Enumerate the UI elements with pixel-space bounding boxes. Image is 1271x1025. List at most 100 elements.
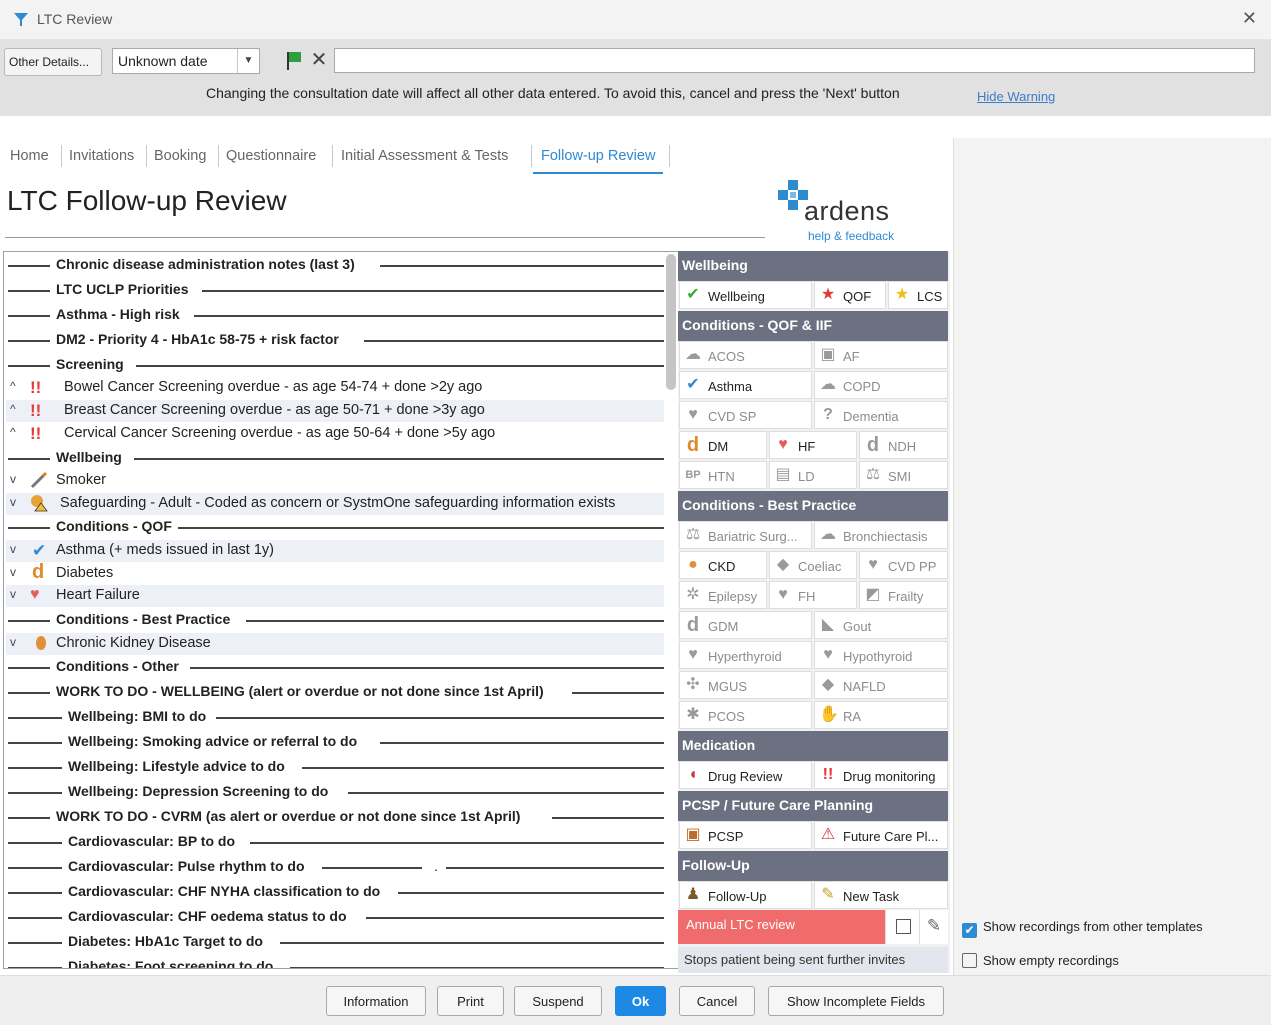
- tree-heading-row[interactable]: Conditions - QOF: [6, 516, 664, 538]
- close-icon[interactable]: ✕: [1242, 8, 1257, 29]
- cvd-sp-button[interactable]: ♥ CVD SP: [679, 401, 812, 429]
- hide-warning-link[interactable]: Hide Warning: [977, 89, 1055, 104]
- coeliac-button[interactable]: ◆ Coeliac: [769, 551, 857, 579]
- cancel-button[interactable]: Cancel: [679, 986, 755, 1016]
- suspend-button[interactable]: Suspend: [514, 986, 602, 1016]
- chevron-down-icon[interactable]: v: [10, 587, 16, 601]
- chevron-down-icon[interactable]: ▼: [237, 49, 259, 73]
- tab-home[interactable]: Home: [10, 138, 49, 174]
- dm-button[interactable]: d DM: [679, 431, 767, 459]
- lcs-button[interactable]: ★ LCS: [888, 281, 948, 309]
- print-button[interactable]: Print: [437, 986, 504, 1016]
- consultation-text-input[interactable]: [334, 48, 1255, 73]
- show-incomplete-fields-button[interactable]: Show Incomplete Fields: [768, 986, 944, 1016]
- qof-button[interactable]: ★ QOF: [814, 281, 886, 309]
- ndh-button[interactable]: d NDH: [859, 431, 948, 459]
- tab-initial-assessment[interactable]: Initial Assessment & Tests: [341, 138, 508, 174]
- tree-heading-row[interactable]: Wellbeing: [6, 447, 664, 469]
- follow-up-button[interactable]: ♟ Follow-Up: [679, 881, 812, 909]
- chevron-up-icon[interactable]: ^: [10, 425, 16, 439]
- tree-item-row[interactable]: v d Diabetes: [6, 561, 664, 585]
- tree-heading-row[interactable]: Wellbeing: Depression Screening to do: [6, 781, 664, 803]
- tree-heading-row[interactable]: Screening: [6, 354, 664, 376]
- other-details-button[interactable]: Other Details...: [4, 48, 102, 76]
- show-empty-recordings-option[interactable]: Show empty recordings: [962, 953, 1119, 968]
- ld-button[interactable]: ▤ LD: [769, 461, 857, 489]
- tree-heading-row[interactable]: LTC UCLP Priorities: [6, 279, 664, 301]
- ok-button[interactable]: Ok: [615, 986, 666, 1016]
- pencil-icon[interactable]: ✎: [919, 910, 948, 944]
- tree-heading-row[interactable]: Cardiovascular: Pulse rhythm to do .: [6, 856, 664, 878]
- wellbeing-button[interactable]: ✔ Wellbeing: [679, 281, 812, 309]
- tree-item-row[interactable]: v ♥ Heart Failure: [6, 585, 664, 607]
- future-care-button[interactable]: ⚠ Future Care Pl...: [814, 821, 948, 849]
- information-button[interactable]: Information: [326, 986, 426, 1016]
- recordings-tree[interactable]: Chronic disease administration notes (la…: [3, 251, 679, 969]
- chevron-down-icon[interactable]: v: [10, 542, 16, 556]
- tree-heading-row[interactable]: Cardiovascular: BP to do: [6, 831, 664, 853]
- consultation-date-select[interactable]: Unknown date ▼: [112, 48, 260, 74]
- drug-review-button[interactable]: ◖ Drug Review: [679, 761, 812, 789]
- chevron-down-icon[interactable]: v: [10, 565, 16, 579]
- tab-invitations[interactable]: Invitations: [69, 138, 134, 174]
- tree-item-row[interactable]: ^ !! Cervical Cancer Screening overdue -…: [6, 423, 664, 445]
- af-button[interactable]: ▣ AF: [814, 341, 948, 369]
- acos-button[interactable]: ☁ ACOS: [679, 341, 812, 369]
- tree-heading-row[interactable]: Diabetes: Foot screening to do: [6, 956, 664, 968]
- clear-icon[interactable]: ✕: [308, 49, 330, 73]
- tree-item-row[interactable]: v ✔ Asthma (+ meds issued in last 1y): [6, 540, 664, 562]
- tree-item-row[interactable]: ^ !! Breast Cancer Screening overdue - a…: [6, 400, 664, 422]
- tree-heading-row[interactable]: Conditions - Best Practice: [6, 609, 664, 631]
- tree-item-row[interactable]: v Chronic Kidney Disease: [6, 633, 664, 655]
- new-task-button[interactable]: ✎ New Task: [814, 881, 948, 909]
- hypothyroid-button[interactable]: ♥ Hypothyroid: [814, 641, 948, 669]
- tree-item-row[interactable]: ^ !! Bowel Cancer Screening overdue - as…: [6, 377, 664, 399]
- ra-button[interactable]: ✋ RA: [814, 701, 948, 729]
- tree-heading-row[interactable]: Wellbeing: Lifestyle advice to do: [6, 756, 664, 778]
- bronchiectasis-button[interactable]: ☁ Bronchiectasis: [814, 521, 948, 549]
- smi-button[interactable]: ⚖ SMI: [859, 461, 948, 489]
- show-other-templates-option[interactable]: ✔ Show recordings from other templates: [962, 919, 1203, 938]
- green-flag-icon[interactable]: [283, 49, 305, 73]
- chevron-down-icon[interactable]: v: [10, 635, 16, 649]
- pcos-button[interactable]: ✱ PCOS: [679, 701, 812, 729]
- tree-heading-row[interactable]: Cardiovascular: CHF oedema status to do: [6, 906, 664, 928]
- tree-scrollbar[interactable]: [666, 254, 676, 390]
- tree-heading-row[interactable]: Chronic disease administration notes (la…: [6, 254, 664, 276]
- gout-button[interactable]: ◣ Gout: [814, 611, 948, 639]
- tab-booking[interactable]: Booking: [154, 138, 206, 174]
- chevron-down-icon[interactable]: v: [10, 495, 16, 509]
- annual-ltc-review-checkbox[interactable]: [885, 910, 919, 944]
- dementia-button[interactable]: ? Dementia: [814, 401, 948, 429]
- tree-heading-row[interactable]: Cardiovascular: CHF NYHA classification …: [6, 881, 664, 903]
- checkbox-checked[interactable]: ✔: [962, 923, 977, 938]
- gdm-button[interactable]: d GDM: [679, 611, 812, 639]
- tree-item-row[interactable]: v Smoker: [6, 470, 664, 492]
- hyperthyroid-button[interactable]: ♥ Hyperthyroid: [679, 641, 812, 669]
- nafld-button[interactable]: ◆ NAFLD: [814, 671, 948, 699]
- tree-heading-row[interactable]: WORK TO DO - WELLBEING (alert or overdue…: [6, 681, 664, 703]
- tree-heading-row[interactable]: Wellbeing: BMI to do: [6, 706, 664, 728]
- asthma-button[interactable]: ✔ Asthma: [679, 371, 812, 399]
- tab-follow-up-review[interactable]: Follow-up Review: [533, 138, 664, 174]
- hf-button[interactable]: ♥ HF: [769, 431, 857, 459]
- tree-item-row[interactable]: v Safeguarding - Adult - Coded as concer…: [6, 493, 664, 515]
- tree-heading-row[interactable]: Conditions - Other: [6, 656, 664, 678]
- ckd-button[interactable]: ● CKD: [679, 551, 767, 579]
- chevron-down-icon[interactable]: v: [10, 472, 16, 486]
- tree-heading-row[interactable]: Diabetes: HbA1c Target to do: [6, 931, 664, 953]
- drug-monitoring-button[interactable]: !! Drug monitoring: [814, 761, 948, 789]
- checkbox-unchecked[interactable]: [962, 953, 977, 968]
- tree-heading-row[interactable]: Asthma - High risk: [6, 304, 664, 326]
- tree-heading-row[interactable]: DM2 - Priority 4 - HbA1c 58-75 + risk fa…: [6, 329, 664, 351]
- htn-button[interactable]: BP HTN: [679, 461, 767, 489]
- cvd-pp-button[interactable]: ♥ CVD PP: [859, 551, 948, 579]
- help-feedback-link[interactable]: help & feedback: [808, 229, 894, 243]
- copd-button[interactable]: ☁ COPD: [814, 371, 948, 399]
- pcsp-button[interactable]: ▣ PCSP: [679, 821, 812, 849]
- ardens-logo[interactable]: ardens help & feedback: [776, 178, 911, 244]
- epilepsy-button[interactable]: ✲ Epilepsy: [679, 581, 767, 609]
- chevron-up-icon[interactable]: ^: [10, 402, 16, 416]
- frailty-button[interactable]: ◩ Frailty: [859, 581, 948, 609]
- tree-heading-row[interactable]: WORK TO DO - CVRM (as alert or overdue o…: [6, 806, 664, 828]
